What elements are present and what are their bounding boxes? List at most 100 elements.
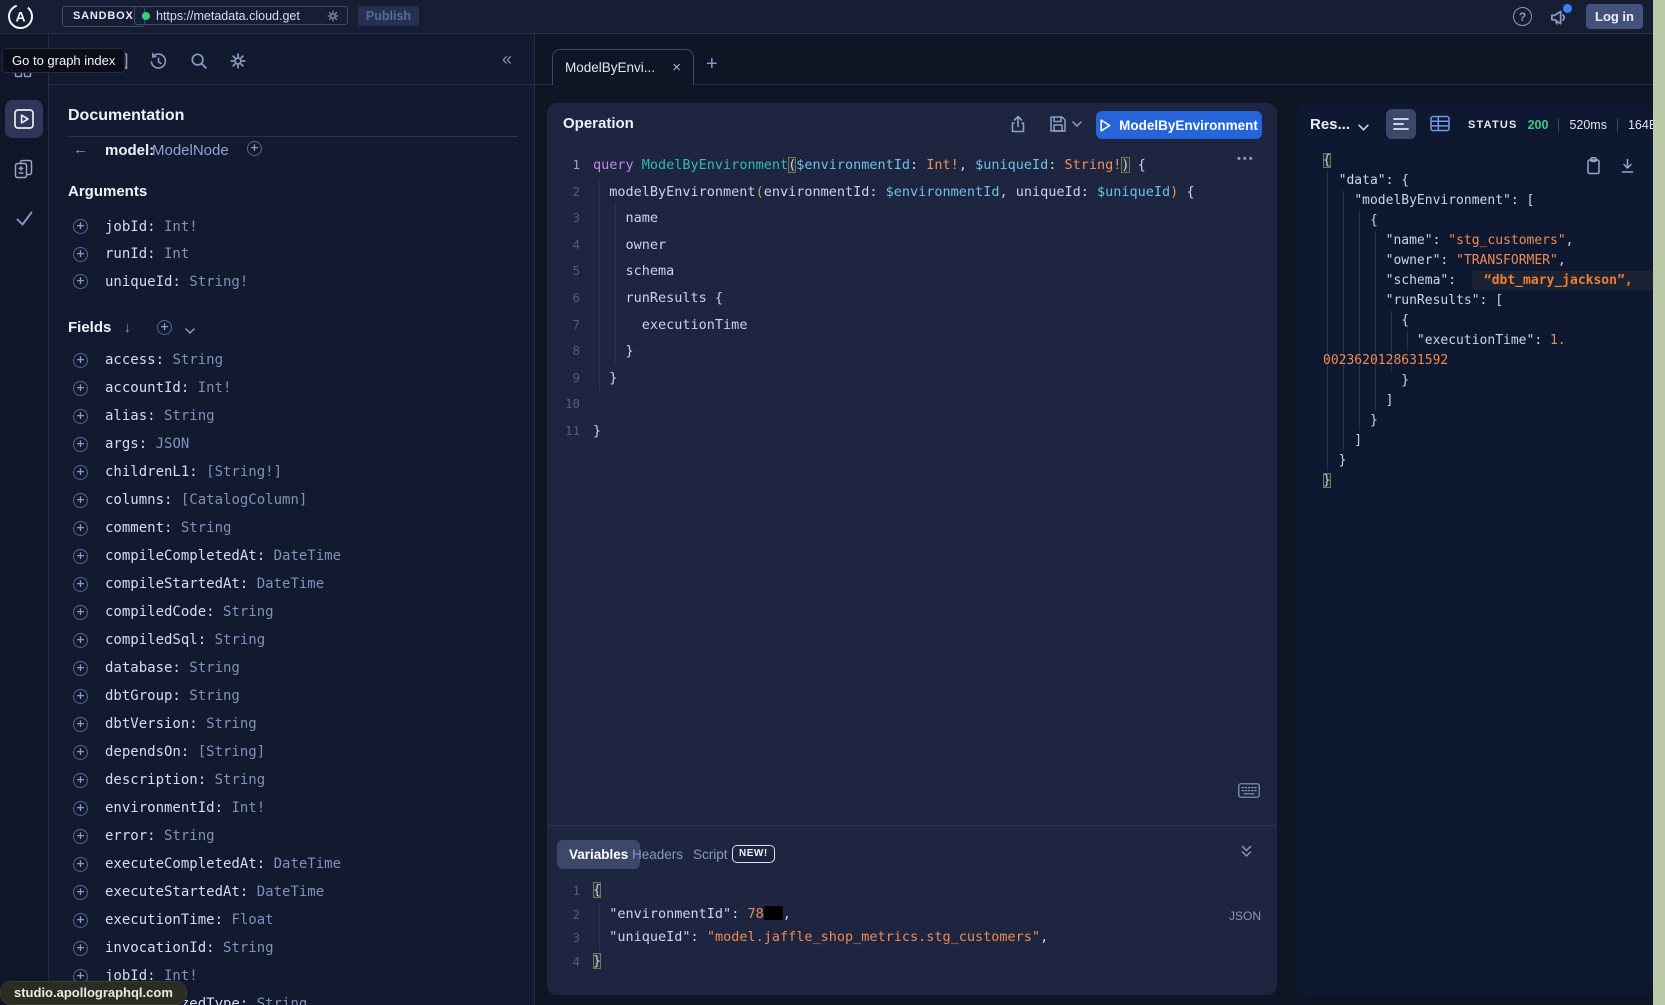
announcements-button[interactable] xyxy=(1548,6,1570,28)
doc-field-row[interactable]: +error: String xyxy=(48,822,534,850)
add-to-query-button[interactable]: + xyxy=(73,689,88,704)
save-dropdown-chevron-icon[interactable] xyxy=(1072,121,1082,128)
doc-field-row[interactable]: +compiledCode: String xyxy=(48,598,534,626)
doc-field-row[interactable]: +invocationId: String xyxy=(48,934,534,962)
add-to-query-button[interactable]: + xyxy=(73,913,88,928)
doc-field-row[interactable]: +columns: [CatalogColumn] xyxy=(48,486,534,514)
table-view-toggle[interactable] xyxy=(1429,113,1451,134)
breadcrumb-type-name[interactable]: ModelNode xyxy=(152,142,229,159)
tab-variables[interactable]: Variables xyxy=(557,840,640,869)
add-to-query-button[interactable]: + xyxy=(73,247,88,262)
add-to-query-button[interactable]: + xyxy=(73,773,88,788)
add-to-query-button[interactable]: + xyxy=(73,829,88,844)
back-arrow-icon[interactable]: ← xyxy=(73,141,88,158)
pretty-view-toggle[interactable] xyxy=(1386,109,1416,139)
run-operation-button[interactable]: ModelByEnvironment xyxy=(1096,111,1262,139)
new-tab-button[interactable]: + xyxy=(706,53,718,76)
collapse-panel-double-chevron-icon[interactable] xyxy=(1240,845,1253,858)
tab-label: ModelByEnvi... xyxy=(565,60,662,75)
sort-fields-icon[interactable]: ↓ xyxy=(124,319,131,335)
add-to-query-button[interactable]: + xyxy=(73,381,88,396)
add-to-query-button[interactable]: + xyxy=(73,219,88,234)
operation-panel: Operation ModelByEnvironment ••• 1query … xyxy=(547,103,1277,995)
doc-field-row[interactable]: + compileCompletedAt: DateTime xyxy=(48,542,534,570)
add-to-query-button[interactable]: + xyxy=(73,577,88,592)
add-to-query-button[interactable]: + xyxy=(73,605,88,620)
nav-checks-button[interactable] xyxy=(5,199,43,237)
doc-field-type: String xyxy=(206,772,265,788)
graphql-query-editor[interactable]: 1query ModelByEnvironment($environmentId… xyxy=(547,152,1277,445)
line-number: 6 xyxy=(547,285,593,312)
doc-field-row[interactable]: +access: String xyxy=(48,346,534,374)
chevron-down-icon[interactable] xyxy=(185,328,195,335)
help-icon[interactable]: ? xyxy=(1513,7,1532,26)
publish-button[interactable]: Publish xyxy=(358,6,419,26)
doc-field-row[interactable]: +runId: Int xyxy=(48,241,534,269)
endpoint-url-text[interactable]: https://metadata.cloud.get xyxy=(156,9,320,23)
doc-field-name: dbtGroup: xyxy=(105,688,181,704)
doc-field-type: DateTime xyxy=(265,548,341,564)
add-to-query-button[interactable]: + xyxy=(73,885,88,900)
doc-field-row[interactable]: +accountId: Int! xyxy=(48,374,534,402)
doc-field-row[interactable]: +environmentId: Int! xyxy=(48,794,534,822)
login-button[interactable]: Log in xyxy=(1586,4,1643,29)
tab-model-by-environment[interactable]: ModelByEnvi... × xyxy=(552,49,694,85)
endpoint-url-input[interactable]: https://metadata.cloud.get xyxy=(134,6,348,25)
add-to-query-button[interactable]: + xyxy=(73,633,88,648)
response-title[interactable]: Res... xyxy=(1310,116,1350,133)
response-json-viewer[interactable]: { "data": { "modelByEnvironment": [ { "n… xyxy=(1296,151,1653,491)
history-icon[interactable] xyxy=(148,51,169,72)
doc-field-name: environmentId: xyxy=(105,800,223,816)
collapse-sidebar-button[interactable]: « xyxy=(502,49,512,70)
add-to-query-button[interactable]: + xyxy=(73,521,88,536)
save-operation-icon[interactable] xyxy=(1048,114,1068,134)
add-to-query-button[interactable]: + xyxy=(73,717,88,732)
doc-field-row[interactable]: +description: String xyxy=(48,766,534,794)
tab-script[interactable]: Script xyxy=(693,847,728,862)
doc-field-name: compileCompletedAt: xyxy=(105,548,265,564)
doc-field-row[interactable]: +executeCompletedAt: DateTime xyxy=(48,850,534,878)
apollo-logo-icon[interactable]: A xyxy=(7,3,34,30)
add-to-query-button[interactable]: + xyxy=(73,941,88,956)
doc-field-row[interactable]: +executionTime: Float xyxy=(48,906,534,934)
add-all-fields-button[interactable]: + xyxy=(157,320,172,335)
add-to-query-button[interactable]: + xyxy=(73,465,88,480)
doc-field-row[interactable]: +database: String xyxy=(48,654,534,682)
response-dropdown-chevron-icon[interactable] xyxy=(1358,124,1369,132)
endpoint-settings-gear-icon[interactable] xyxy=(326,9,340,23)
share-operation-icon[interactable] xyxy=(1008,114,1028,134)
sandbox-badge[interactable]: SANDBOX xyxy=(62,6,145,27)
doc-field-row[interactable]: +jobId: Int! xyxy=(48,213,534,241)
add-to-query-button[interactable]: + xyxy=(73,661,88,676)
settings-gear-icon[interactable] xyxy=(228,51,248,71)
tab-headers[interactable]: Headers xyxy=(632,847,683,862)
add-to-query-button[interactable]: + xyxy=(73,745,88,760)
doc-field-row[interactable]: +dbtGroup: String xyxy=(48,682,534,710)
add-to-query-button[interactable]: + xyxy=(73,274,88,289)
search-icon[interactable] xyxy=(189,51,209,71)
nav-schema-button[interactable] xyxy=(5,150,43,188)
doc-field-row[interactable]: +compileStartedAt: DateTime xyxy=(48,570,534,598)
doc-field-row[interactable]: +dependsOn: [String] xyxy=(48,738,534,766)
close-tab-icon[interactable]: × xyxy=(672,59,681,76)
apollo-studio-screen: A SANDBOX https://metadata.cloud.get Pub… xyxy=(0,0,1665,1005)
variables-json-editor[interactable]: 1{2 "environmentId": 78,3 "uniqueId": "m… xyxy=(547,879,1277,973)
add-to-query-button[interactable]: + xyxy=(73,801,88,816)
doc-field-row[interactable]: +childrenL1: [String!] xyxy=(48,458,534,486)
add-to-query-button[interactable]: + xyxy=(73,353,88,368)
add-to-query-button[interactable]: + xyxy=(73,409,88,424)
doc-field-row[interactable]: +dbtVersion: String xyxy=(48,710,534,738)
add-to-query-button[interactable]: + xyxy=(73,549,88,564)
add-to-query-button[interactable]: + xyxy=(73,857,88,872)
add-model-button[interactable]: + xyxy=(247,141,262,156)
doc-field-row[interactable]: +args: JSON xyxy=(48,430,534,458)
add-to-query-button[interactable]: + xyxy=(73,493,88,508)
nav-explorer-button[interactable] xyxy=(5,100,43,138)
add-to-query-button[interactable]: + xyxy=(73,437,88,452)
doc-field-row[interactable]: +executeStartedAt: DateTime xyxy=(48,878,534,906)
doc-field-row[interactable]: +compiledSql: String xyxy=(48,626,534,654)
doc-field-row[interactable]: +alias: String xyxy=(48,402,534,430)
doc-field-row[interactable]: +uniqueId: String! xyxy=(48,268,534,296)
keyboard-shortcuts-icon[interactable] xyxy=(1238,783,1260,798)
doc-field-row[interactable]: +comment: String xyxy=(48,514,534,542)
